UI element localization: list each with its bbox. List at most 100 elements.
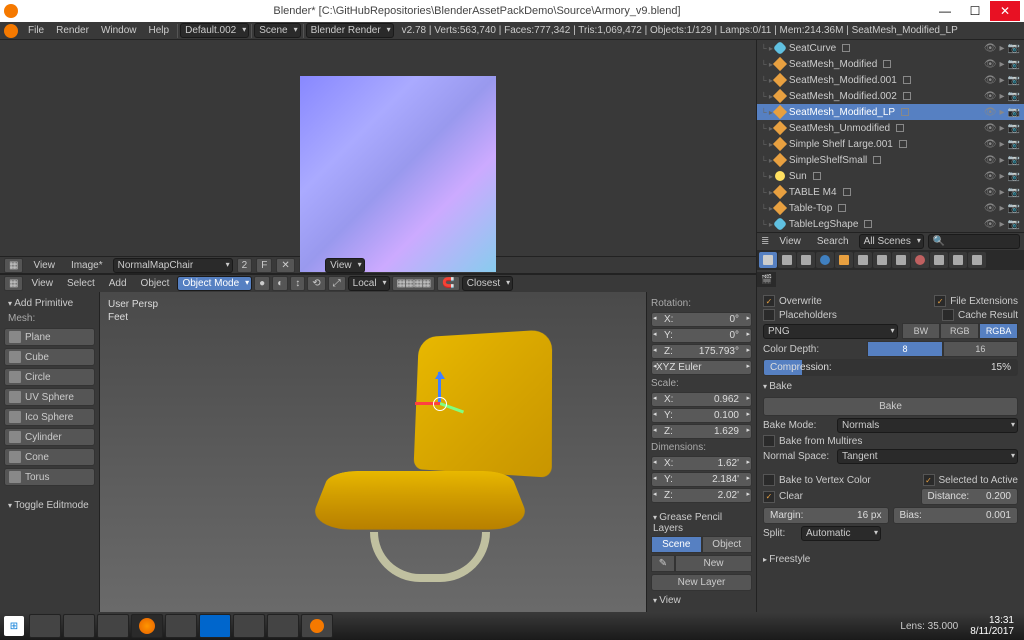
view-panel[interactable]: View bbox=[651, 593, 752, 608]
bakevertex-check[interactable] bbox=[763, 474, 775, 486]
depth-16[interactable]: 16 bbox=[943, 341, 1018, 357]
task-blender[interactable] bbox=[301, 614, 333, 638]
image-editor-viewport[interactable] bbox=[0, 40, 756, 256]
bake-button[interactable]: Bake bbox=[763, 397, 1018, 416]
dim-x[interactable]: X:1.62' bbox=[651, 456, 752, 471]
gp-pencil-icon[interactable]: ✎ bbox=[651, 555, 675, 572]
engine-dropdown[interactable]: Blender Render bbox=[306, 23, 394, 38]
rot-y[interactable]: Y:0° bbox=[651, 328, 752, 343]
minimize-button[interactable]: — bbox=[930, 1, 960, 21]
orientation-dropdown[interactable]: Local bbox=[348, 276, 390, 291]
color-bw[interactable]: BW bbox=[902, 323, 941, 339]
snap-toggle[interactable]: 🧲 bbox=[437, 276, 459, 291]
menu-render[interactable]: Render bbox=[50, 25, 95, 36]
add-primitive-panel[interactable]: Add Primitive bbox=[4, 296, 95, 311]
image-unlink[interactable]: ✕ bbox=[276, 258, 294, 273]
scale-x[interactable]: X:0.962 bbox=[651, 392, 752, 407]
add-cube[interactable]: Cube bbox=[4, 348, 95, 366]
tab-modifiers[interactable] bbox=[873, 252, 891, 268]
outliner-item[interactable]: └ ▸SeatMesh_Modified.001👁▸📷 bbox=[757, 72, 1024, 88]
task-explorer[interactable] bbox=[29, 614, 61, 638]
img-view-dropdown[interactable]: View bbox=[325, 258, 365, 273]
scale-y[interactable]: Y:0.100 bbox=[651, 408, 752, 423]
menu-window[interactable]: Window bbox=[95, 25, 143, 36]
depth-8[interactable]: 8 bbox=[867, 341, 942, 357]
gp-new-btn[interactable]: New bbox=[675, 555, 752, 572]
v3d-menu-select[interactable]: Select bbox=[61, 278, 101, 289]
img-menu-image[interactable]: Image* bbox=[65, 260, 109, 271]
bakemode-dropdown[interactable]: Normals bbox=[837, 418, 1018, 433]
dim-z[interactable]: Z:2.02' bbox=[651, 488, 752, 503]
image-name-field[interactable]: NormalMapChair bbox=[113, 258, 233, 273]
selactive-check[interactable] bbox=[923, 474, 935, 486]
tab-data[interactable] bbox=[892, 252, 910, 268]
tab-material[interactable] bbox=[911, 252, 929, 268]
outliner[interactable]: └ ▸SeatCurve👁▸📷└ ▸SeatMesh_Modified👁▸📷└ … bbox=[757, 40, 1024, 232]
split-dropdown[interactable]: Automatic bbox=[801, 526, 881, 541]
distance-field[interactable]: Distance:0.200 bbox=[921, 488, 1019, 505]
v3d-menu-view[interactable]: View bbox=[25, 278, 59, 289]
add-torus[interactable]: Torus bbox=[4, 468, 95, 486]
viewport-3d[interactable]: User Persp Feet bbox=[100, 292, 646, 612]
outliner-search-field[interactable]: 🔍 bbox=[928, 234, 1020, 249]
normalspace-dropdown[interactable]: Tangent bbox=[837, 449, 1018, 464]
layout-dropdown[interactable]: Default.002 bbox=[180, 23, 249, 38]
outliner-filter[interactable]: All Scenes bbox=[859, 234, 924, 249]
margin-field[interactable]: Margin:16 px bbox=[763, 507, 889, 524]
task-app4[interactable] bbox=[199, 614, 231, 638]
v3d-btn-3[interactable]: ↕ bbox=[290, 276, 305, 291]
v3d-btn-4[interactable]: ⟲ bbox=[307, 276, 325, 291]
color-rgb[interactable]: RGB bbox=[940, 323, 979, 339]
clear-check[interactable] bbox=[763, 491, 775, 503]
tab-texture[interactable] bbox=[930, 252, 948, 268]
start-button[interactable]: ⊞ bbox=[4, 616, 24, 636]
add-icosphere[interactable]: Ico Sphere bbox=[4, 408, 95, 426]
image-users[interactable]: 2 bbox=[237, 258, 253, 273]
tab-constraints[interactable] bbox=[854, 252, 872, 268]
add-plane[interactable]: Plane bbox=[4, 328, 95, 346]
tab-layers[interactable] bbox=[778, 252, 796, 268]
close-button[interactable]: ✕ bbox=[990, 1, 1020, 21]
outliner-item[interactable]: └ ▸Sun👁▸📷 bbox=[757, 168, 1024, 184]
v3d-btn-1[interactable]: ● bbox=[254, 276, 270, 291]
image-fake-user[interactable]: F bbox=[256, 258, 272, 273]
outliner-item[interactable]: └ ▸Simple Shelf Large.001👁▸📷 bbox=[757, 136, 1024, 152]
rot-mode[interactable]: XYZ Euler bbox=[651, 360, 752, 375]
outliner-item[interactable]: └ ▸TABLE M4👁▸📷 bbox=[757, 184, 1024, 200]
transform-gizmo[interactable] bbox=[410, 372, 470, 432]
add-uvsphere[interactable]: UV Sphere bbox=[4, 388, 95, 406]
bake-panel-header[interactable]: Bake bbox=[763, 378, 1018, 395]
tab-physics[interactable] bbox=[968, 252, 986, 268]
task-firefox[interactable] bbox=[131, 614, 163, 638]
scene-dropdown[interactable]: Scene bbox=[254, 23, 300, 38]
rot-z[interactable]: Z:175.793° bbox=[651, 344, 752, 359]
layers-grid[interactable]: ▦▦▦▦ bbox=[392, 276, 436, 291]
outliner-item[interactable]: └ ▸SimpleShelfSmall👁▸📷 bbox=[757, 152, 1024, 168]
outliner-item[interactable]: └ ▸SeatMesh_Modified.002👁▸📷 bbox=[757, 88, 1024, 104]
menu-help[interactable]: Help bbox=[143, 25, 176, 36]
mode-dropdown[interactable]: Object Mode bbox=[177, 276, 252, 291]
tab-scene[interactable] bbox=[797, 252, 815, 268]
dim-y[interactable]: Y:2.184' bbox=[651, 472, 752, 487]
task-app2[interactable] bbox=[97, 614, 129, 638]
gp-object-btn[interactable]: Object bbox=[702, 536, 753, 553]
outliner-view[interactable]: View bbox=[773, 236, 807, 247]
snap-dropdown[interactable]: Closest bbox=[462, 276, 513, 291]
task-app1[interactable] bbox=[63, 614, 95, 638]
compression-slider[interactable]: Compression:15% bbox=[763, 359, 1018, 376]
task-app5[interactable] bbox=[233, 614, 265, 638]
outliner-item[interactable]: └ ▸SeatMesh_Modified👁▸📷 bbox=[757, 56, 1024, 72]
v3d-btn-2[interactable]: ◐ bbox=[272, 276, 288, 291]
outliner-item[interactable]: └ ▸SeatCurve👁▸📷 bbox=[757, 40, 1024, 56]
breadcrumb-scene[interactable]: 🎬 bbox=[757, 272, 776, 287]
v3d-menu-add[interactable]: Add bbox=[103, 278, 133, 289]
v3d-btn-5[interactable]: ⤢ bbox=[328, 276, 346, 291]
fileext-check[interactable] bbox=[934, 295, 946, 307]
scale-z[interactable]: Z:1.629 bbox=[651, 424, 752, 439]
clock[interactable]: 13:31 8/11/2017 bbox=[964, 615, 1020, 637]
placeholders-check[interactable] bbox=[763, 309, 775, 321]
cache-check[interactable] bbox=[942, 309, 954, 321]
gp-panel[interactable]: Grease Pencil Layers bbox=[651, 510, 752, 536]
info-editor-icon[interactable] bbox=[4, 24, 18, 38]
outliner-item[interactable]: └ ▸TableLegShape👁▸📷 bbox=[757, 216, 1024, 232]
